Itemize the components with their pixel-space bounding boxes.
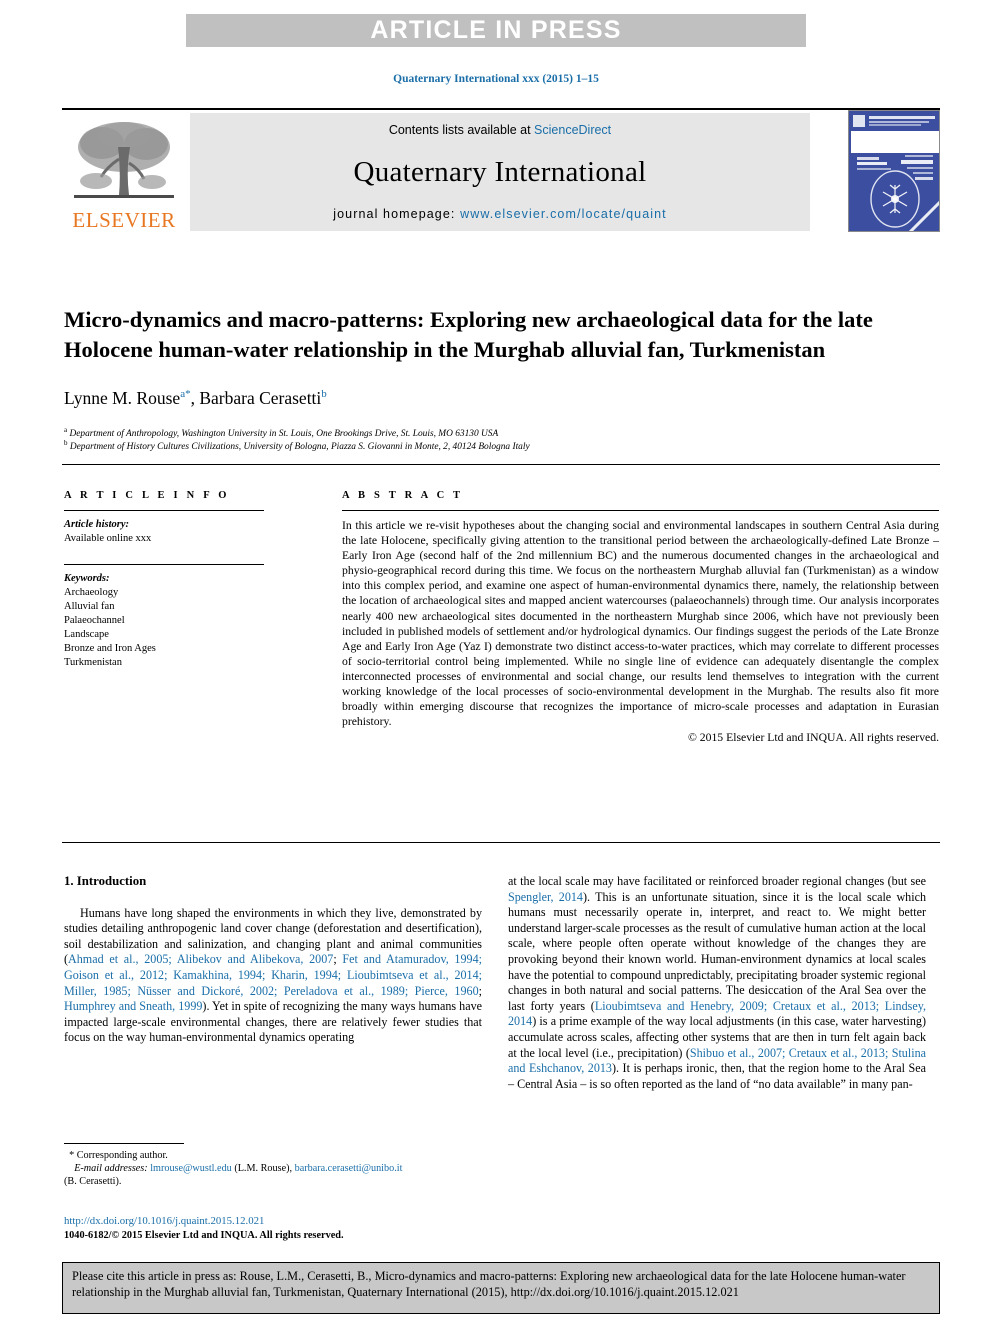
keyword-item: Archaeology [64, 587, 119, 598]
email-link-author-2[interactable]: barbara.cerasetti@unibo.it [295, 1163, 403, 1174]
journal-cover-image [849, 111, 939, 231]
divider-above-info [62, 464, 940, 465]
page-title: Micro-dynamics and macro-patterns: Explo… [64, 307, 873, 363]
intro-text-3: ; [478, 983, 482, 998]
contents-available-line: Contents lists available at ScienceDirec… [389, 123, 611, 137]
abstract-heading: A B S T R A C T [342, 490, 464, 501]
doi-link[interactable]: http://dx.doi.org/10.1016/j.quaint.2015.… [64, 1214, 494, 1229]
article-history-label: Article history: [64, 519, 130, 530]
email-link-author-1[interactable]: lmrouse@wustl.edu [150, 1163, 232, 1174]
journal-title: Quaternary International [353, 155, 647, 188]
body-column-left: 1. Introduction Humans have long shaped … [64, 874, 482, 1046]
article-info-heading: A R T I C L E I N F O [64, 490, 230, 501]
journal-homepage-link[interactable]: www.elsevier.com/locate/quaint [460, 207, 667, 221]
issn-copyright-line: 1040-6182/© 2015 Elsevier Ltd and INQUA.… [64, 1229, 344, 1241]
elsevier-wordmark: ELSEVIER [72, 208, 176, 232]
corresponding-marker: * [69, 1150, 75, 1161]
email-addresses-label: E-mail addresses: [74, 1163, 148, 1175]
keyword-item: Turkmenistan [64, 657, 122, 668]
abstract-body: In this article we re-visit hypotheses a… [342, 519, 939, 729]
elsevier-logo: ELSEVIER [62, 113, 186, 231]
journal-homepage-line: journal homepage: www.elsevier.com/locat… [333, 207, 667, 221]
keywords-label: Keywords: [64, 573, 110, 584]
section-heading-introduction: 1. Introduction [64, 874, 147, 888]
email-attrib-1: (L.M. Rouse), [234, 1163, 293, 1175]
author-name-2: Barbara Cerasetti [199, 388, 322, 408]
divider-below-abstract [62, 842, 940, 843]
citation-link[interactable]: Spengler, 2014 [508, 890, 583, 904]
corresponding-author-text: Corresponding author. [76, 1150, 168, 1161]
affiliation-a-marker: a [64, 426, 68, 434]
sciencedirect-link[interactable]: ScienceDirect [534, 123, 611, 137]
article-info-rule-1 [64, 510, 264, 511]
citation-link[interactable]: Ahmad et al., 2005; Alibekov and Alibeko… [68, 952, 333, 966]
footnote-divider [64, 1143, 184, 1144]
elsevier-tree-icon [74, 122, 174, 198]
article-info-column: A R T I C L E I N F O Article history: A… [64, 490, 264, 670]
intro-right-text-2: ). This is an unfortunate situation, sin… [508, 889, 926, 1013]
author-list: Lynne M. Rousea*, Barbara Cerasettib [64, 388, 894, 409]
abstract-copyright: © 2015 Elsevier Ltd and INQUA. All right… [687, 731, 939, 745]
abstract-rule [342, 510, 939, 511]
body-column-right: at the local scale may have facilitated … [508, 874, 926, 1092]
intro-paragraph-right: at the local scale may have facilitated … [508, 874, 926, 1092]
contents-prefix: Contents lists available at [388, 123, 535, 137]
keyword-item: Landscape [64, 629, 109, 640]
affiliation-b-text: Department of History Cultures Civilizat… [69, 442, 530, 453]
author-name-1: Lynne M. Rouse [64, 388, 181, 408]
affiliation-b: b Department of History Cultures Civiliz… [64, 437, 894, 453]
article-in-press-label: ARTICLE IN PRESS [370, 16, 622, 44]
corresponding-author-note: * Corresponding author. E-mail addresses… [64, 1149, 482, 1189]
please-cite-box: Please cite this article in press as: Ro… [62, 1262, 940, 1314]
abstract-column: A B S T R A C T In this article we re-vi… [342, 490, 939, 745]
journal-cover-thumbnail [848, 110, 940, 232]
running-head-citation: Quaternary International xxx (2015) 1–15 [393, 73, 599, 85]
homepage-label: journal homepage: [333, 207, 461, 221]
intro-paragraph-left: Humans have long shaped the environments… [64, 906, 482, 1046]
doi-block: http://dx.doi.org/10.1016/j.quaint.2015.… [64, 1214, 494, 1243]
journal-info-panel: Contents lists available at ScienceDirec… [190, 113, 810, 231]
keyword-item: Bronze and Iron Ages [64, 643, 156, 654]
affiliation-b-marker: b [64, 439, 68, 447]
footnote-block: * Corresponding author. E-mail addresses… [64, 1143, 482, 1189]
article-info-rule-2 [64, 564, 264, 565]
journal-masthead: ELSEVIER Contents lists available at Sci… [62, 108, 940, 232]
article-history-value: Available online xxx [64, 533, 152, 544]
citation-link[interactable]: Humphrey and Sneath, 1999 [64, 999, 202, 1013]
keyword-item: Alluvial fan [64, 601, 115, 612]
article-in-press-banner: ARTICLE IN PRESS [186, 14, 806, 47]
email-attrib-2: (B. Cerasetti). [64, 1176, 122, 1188]
author-affil-marker-b: b [321, 388, 327, 401]
intro-right-text-1: at the local scale may have facilitated … [508, 874, 926, 888]
keyword-item: Palaeochannel [64, 615, 125, 626]
